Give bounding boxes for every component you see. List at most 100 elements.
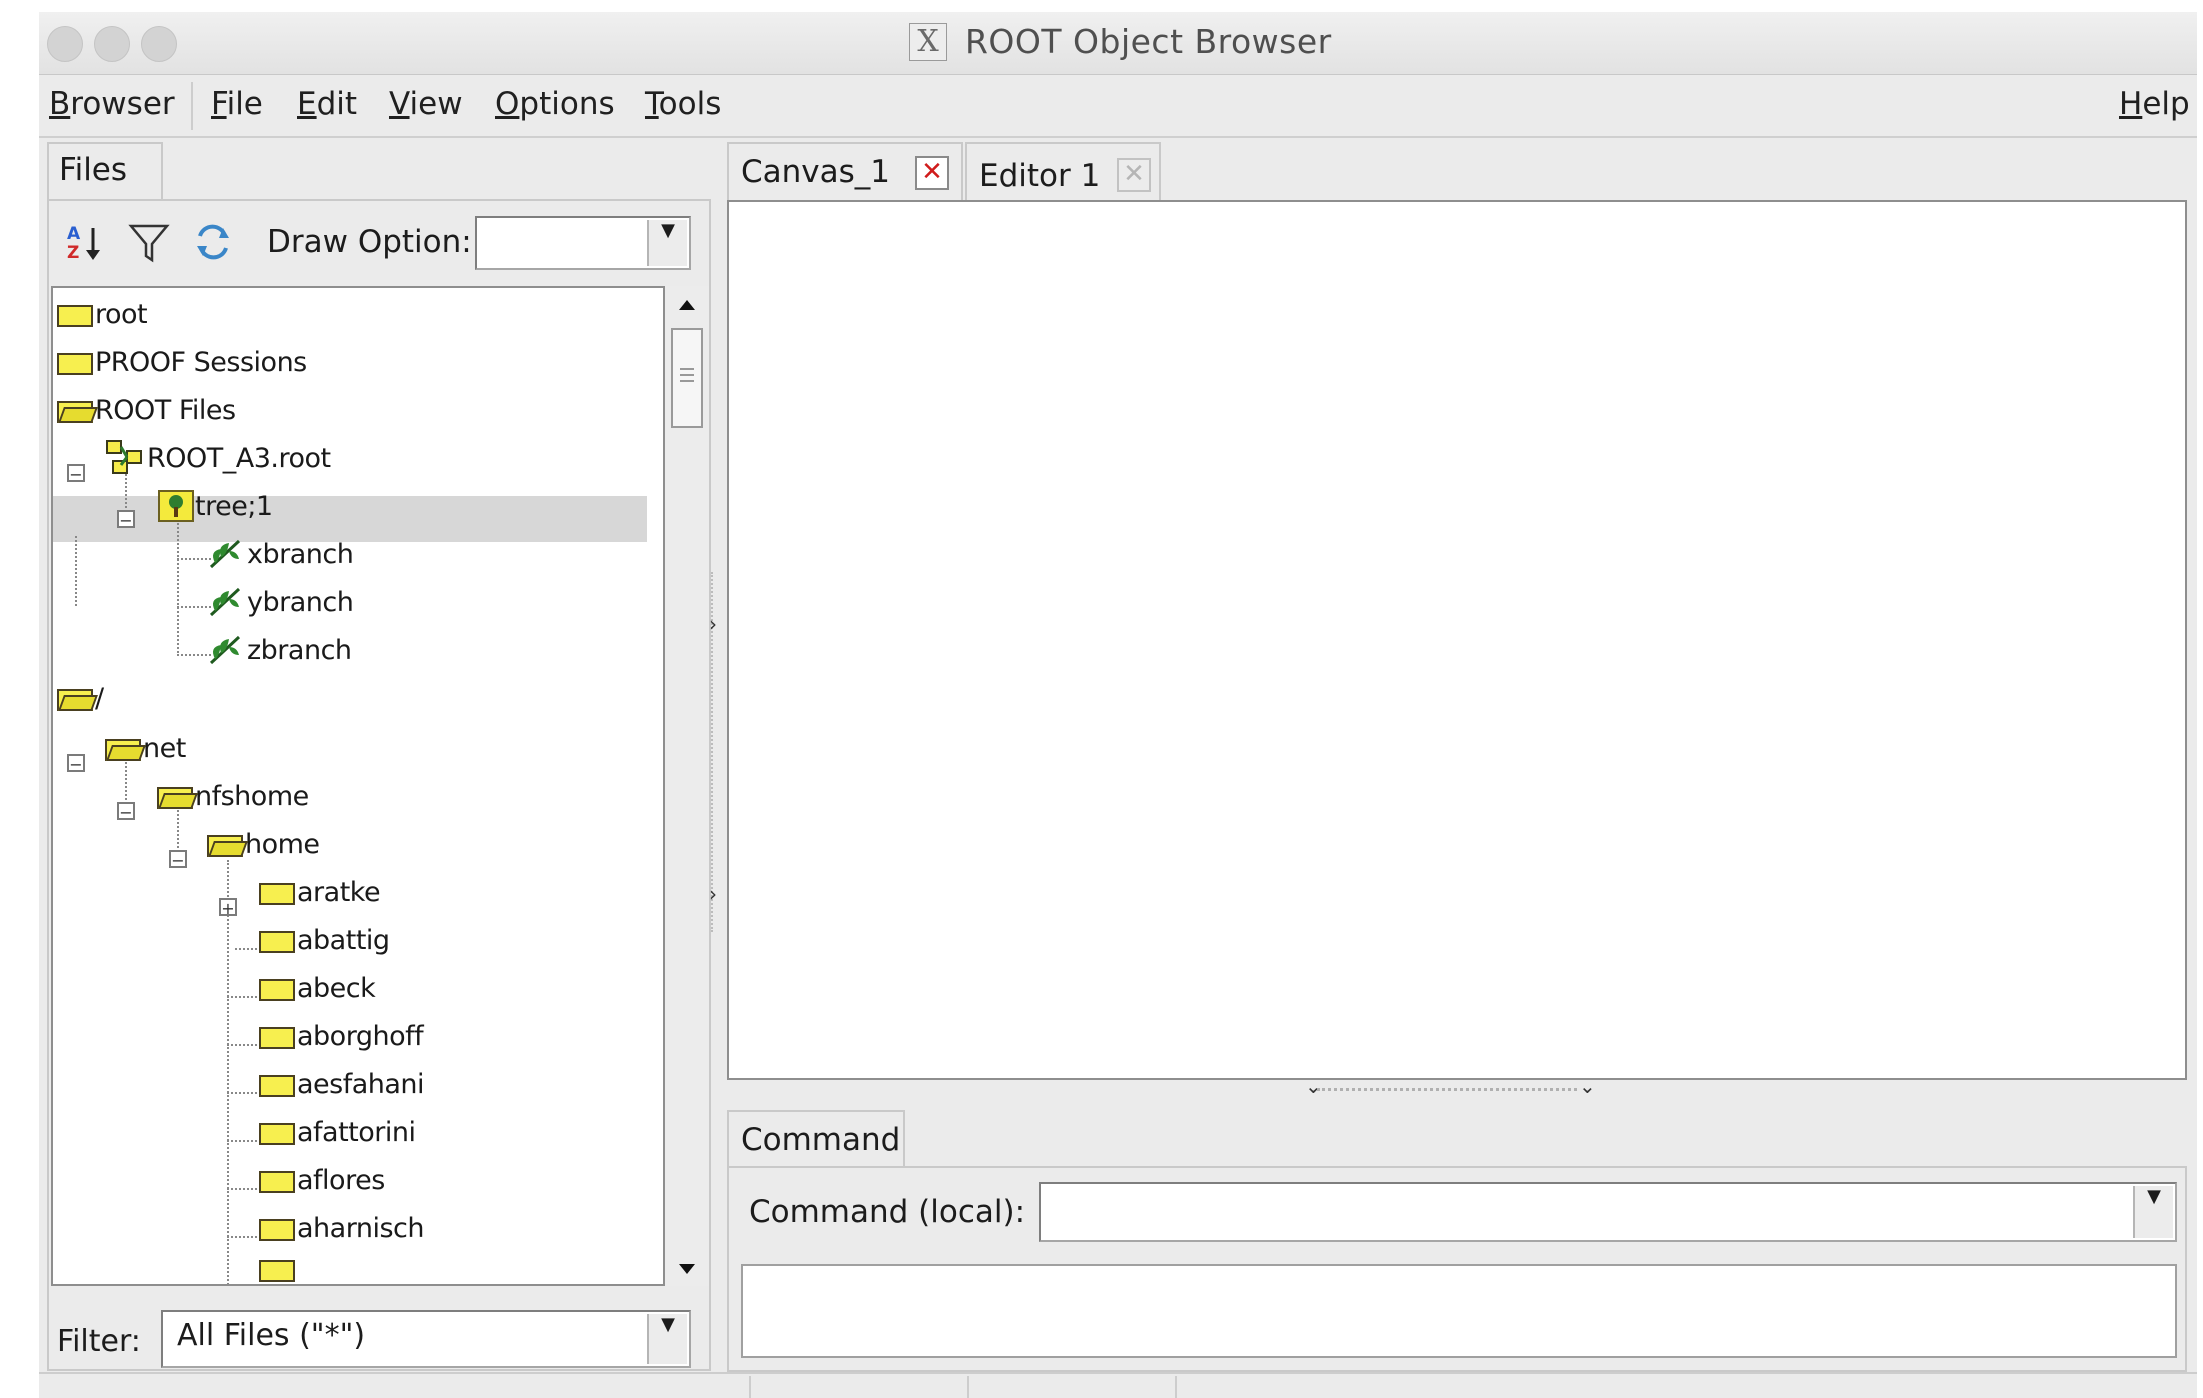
menu-browser[interactable]: Browser xyxy=(49,86,175,122)
collapse-toggle[interactable]: − xyxy=(67,464,85,483)
menu-file[interactable]: File xyxy=(211,86,263,122)
tree-connector xyxy=(227,860,229,1284)
tab-canvas[interactable]: Canvas_1 ✕ xyxy=(727,142,963,200)
file-browser-panel: Files A Z Draw Option: ▼ − − − − − + roo… xyxy=(47,142,713,1372)
close-tab-icon[interactable]: ✕ xyxy=(915,156,949,190)
draw-option-label: Draw Option: xyxy=(267,224,472,260)
chevron-right-icon: › xyxy=(709,882,717,906)
filter-value: All Files ("*") xyxy=(177,1318,366,1353)
tree-scrollbar[interactable] xyxy=(665,286,709,1286)
menu-edit[interactable]: Edit xyxy=(297,86,357,122)
tree-item-root[interactable]: root xyxy=(57,290,148,338)
tree-item-label: zbranch xyxy=(247,634,352,666)
collapse-toggle[interactable]: − xyxy=(67,754,85,773)
tree-item-label: aharnisch xyxy=(297,1212,424,1244)
branch-leaf-icon xyxy=(209,539,241,569)
tree-item-branch[interactable]: zbranch xyxy=(207,626,352,674)
collapse-toggle[interactable]: − xyxy=(117,802,135,821)
chevron-down-icon[interactable]: ▼ xyxy=(2133,1186,2173,1238)
expand-toggle[interactable]: + xyxy=(219,898,237,917)
chevron-down-icon: ⌄ xyxy=(1579,1074,1596,1098)
folder-icon xyxy=(259,1119,295,1145)
folder-icon xyxy=(259,1023,295,1049)
vertical-splitter[interactable]: › › xyxy=(709,572,727,932)
tree-item-branch[interactable]: ybranch xyxy=(207,578,354,626)
status-bar xyxy=(39,1372,2197,1398)
tree-item-label: abeck xyxy=(297,972,376,1004)
chevron-right-icon: › xyxy=(709,612,717,636)
x11-icon: X xyxy=(909,22,947,61)
drawing-canvas[interactable] xyxy=(727,200,2187,1080)
horizontal-splitter[interactable] xyxy=(1317,1088,1577,1091)
browser-toolbar: A Z Draw Option: ▼ xyxy=(47,202,707,280)
status-segment xyxy=(1175,1376,2177,1398)
tab-files[interactable]: Files xyxy=(47,142,163,200)
tree-item-label: aratke xyxy=(297,876,381,908)
command-output xyxy=(741,1264,2177,1358)
scroll-thumb[interactable] xyxy=(671,328,703,428)
tree-item-folder[interactable]: aratke xyxy=(259,868,381,916)
tree-connector xyxy=(75,536,77,606)
draw-option-select[interactable]: ▼ xyxy=(475,216,691,270)
title-bar: X ROOT Object Browser xyxy=(39,12,2197,75)
tab-editor[interactable]: Editor 1 ✕ xyxy=(965,142,1161,200)
tree-item-root-file[interactable]: ROOT_A3.root xyxy=(105,434,331,482)
tree-item-label: ROOT_A3.root xyxy=(147,442,331,474)
filter-select[interactable]: All Files ("*") ▼ xyxy=(161,1310,691,1368)
canvas-panel: Canvas_1 ✕ Editor 1 ✕ ⌄ ⌄ Command Comman… xyxy=(727,142,2189,1372)
tree-item-folder[interactable]: aesfahani xyxy=(259,1060,425,1108)
close-tab-icon[interactable]: ✕ xyxy=(1117,158,1151,192)
tree-item-branch[interactable]: xbranch xyxy=(207,530,354,578)
zoom-window-button[interactable] xyxy=(141,26,177,62)
tree-item-label: aborghoff xyxy=(297,1020,424,1052)
tree-item-filesystem-root[interactable]: / xyxy=(57,674,104,722)
tree-item-folder[interactable]: afattorini xyxy=(259,1108,416,1156)
menu-tools[interactable]: Tools xyxy=(645,86,721,122)
tree-item-folder[interactable]: aharnisch xyxy=(259,1204,424,1252)
close-window-button[interactable] xyxy=(47,26,83,62)
scroll-up-icon[interactable] xyxy=(665,290,709,320)
tree-item-tree[interactable]: tree;1 xyxy=(157,482,273,530)
file-tree[interactable]: − − − − − + root PROOF Sessions ROOT Fil… xyxy=(51,286,665,1286)
command-input[interactable]: ▼ xyxy=(1039,1182,2177,1242)
collapse-toggle[interactable]: − xyxy=(117,510,135,529)
collapse-toggle[interactable]: − xyxy=(169,850,187,869)
tree-item-folder[interactable]: abeck xyxy=(259,964,376,1012)
chevron-down-icon[interactable]: ▼ xyxy=(647,1314,687,1364)
tree-item-folder[interactable]: home xyxy=(207,820,320,868)
ttree-icon xyxy=(158,490,194,522)
sort-az-icon[interactable]: A Z xyxy=(63,220,107,264)
tree-connector xyxy=(177,520,179,656)
branch-leaf-icon xyxy=(209,587,241,617)
folder-icon xyxy=(57,301,93,327)
tree-item-folder[interactable]: abattig xyxy=(259,916,390,964)
menu-help[interactable]: Help xyxy=(2119,86,2190,122)
root-file-icon xyxy=(106,440,142,474)
scroll-down-icon[interactable] xyxy=(665,1254,709,1284)
tree-item-label: ROOT Files xyxy=(95,394,236,426)
tree-item-folder[interactable]: net xyxy=(105,724,186,772)
refresh-icon[interactable] xyxy=(191,220,235,264)
menu-view[interactable]: View xyxy=(389,86,463,122)
menu-divider xyxy=(191,82,193,130)
tree-connector xyxy=(177,606,211,608)
tree-item-proof-sessions[interactable]: PROOF Sessions xyxy=(57,338,307,386)
chevron-down-icon[interactable]: ▼ xyxy=(647,220,687,266)
folder-icon xyxy=(57,349,93,375)
menu-options[interactable]: Options xyxy=(495,86,615,122)
tree-item-folder[interactable]: aborghoff xyxy=(259,1012,424,1060)
tab-command[interactable]: Command xyxy=(727,1110,905,1168)
root-browser-window: X ROOT Object Browser Browser File Edit … xyxy=(39,12,2197,1398)
open-folder-icon xyxy=(157,783,198,809)
tree-item-folder[interactable]: nfshome xyxy=(157,772,309,820)
svg-text:A: A xyxy=(67,224,81,244)
tree-connector xyxy=(227,1044,261,1046)
status-segment xyxy=(749,1376,951,1398)
tab-label: Editor 1 xyxy=(979,158,1101,194)
tree-item-root-files[interactable]: ROOT Files xyxy=(57,386,236,434)
minimize-window-button[interactable] xyxy=(94,26,130,62)
filter-icon[interactable] xyxy=(127,220,171,264)
tree-item-folder[interactable]: aflores xyxy=(259,1156,385,1204)
tree-connector xyxy=(177,558,211,560)
status-segment xyxy=(967,1376,1159,1398)
